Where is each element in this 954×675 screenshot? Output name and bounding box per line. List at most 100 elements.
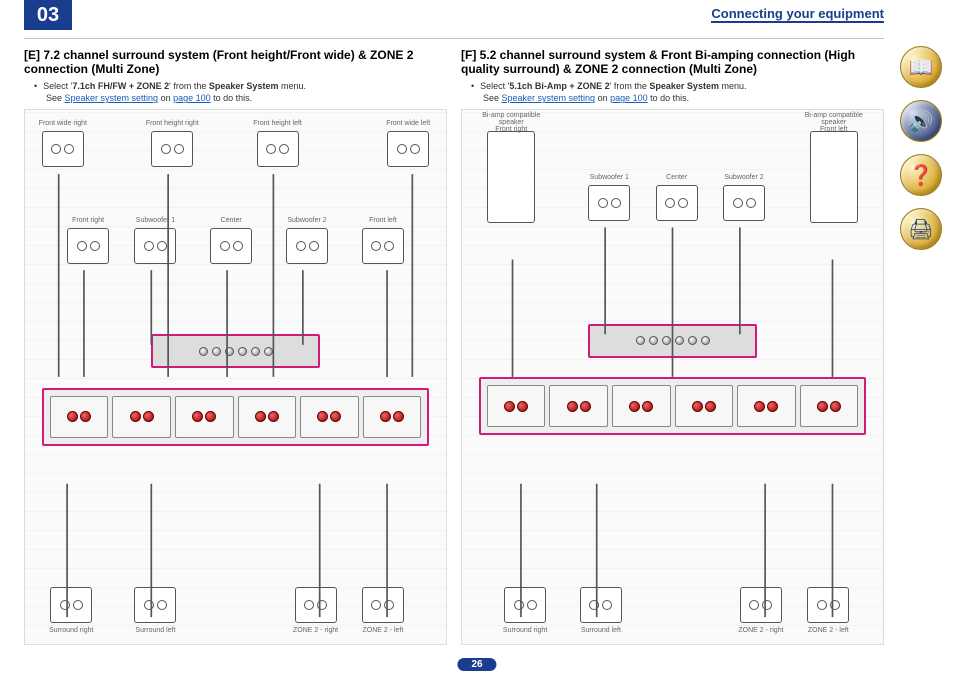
speaker-label: Subwoofer 2 [704,174,784,181]
section-heading-e: [E] 7.2 channel surround system (Front h… [24,48,447,76]
speaker-label: Front wide right [24,120,103,127]
terminal [800,385,859,427]
speaker-box: Surround right [504,587,546,623]
speaker-box: Front wide right [42,131,84,167]
txt: See [46,93,65,103]
wiring-diagram-e: Front wide right Front height right Fron… [24,109,447,645]
sidebar-book-icon[interactable]: 📖 [900,46,942,88]
page: 03 Connecting your equipment [E] 7.2 cha… [0,0,954,675]
speaker-box: Center [656,185,698,221]
speaker-box: Front right [67,228,109,264]
wiring-diagram-f: Bi-amp compatible speaker Front right Bi… [461,109,884,645]
speaker-box: Subwoofer 1 [588,185,630,221]
speaker-label: Surround right [485,627,565,634]
terminal [737,385,796,427]
txt: Select ' [43,81,72,91]
speaker-box: Center [210,228,252,264]
preout-panel [588,324,756,358]
link-speaker-setting[interactable]: Speaker system setting [502,93,596,103]
speaker-label: ZONE 2 - left [343,627,423,634]
txt: on [158,93,173,103]
terminal-row [50,396,421,438]
speaker-label: Center [191,217,271,224]
bullet-dot: • [34,80,37,92]
txt: See [483,93,502,103]
speaker-box: Subwoofer 2 [723,185,765,221]
speaker-label: Surround left [115,627,195,634]
speaker-box: Front height right [151,131,193,167]
speaker-box: Surround left [134,587,176,623]
txt: to do this. [648,93,690,103]
menu-name: Speaker System [209,81,279,91]
preout-panel [151,334,319,368]
left-column: [E] 7.2 channel surround system (Front h… [24,44,447,645]
terminal [363,396,422,438]
speaker-box: Subwoofer 2 [286,228,328,264]
speaker-box: Subwoofer 1 [134,228,176,264]
speaker-box: Front height left [257,131,299,167]
content-area: [E] 7.2 channel surround system (Front h… [24,44,884,645]
terminal [612,385,671,427]
terminal [549,385,608,427]
speaker-terminal-panel [42,388,429,446]
sidebar-print-icon[interactable]: 🖨 [900,208,942,250]
speaker-label: Front height right [132,120,212,127]
txt: on [595,93,610,103]
bullet-e: • Select '7.1ch FH/FW + ZONE 2' from the… [24,80,447,92]
txt: Select ' [480,81,509,91]
link-page-100[interactable]: page 100 [610,93,648,103]
section-heading-f: [F] 5.2 channel surround system & Front … [461,48,884,76]
header-title: Connecting your equipment [711,0,884,23]
see-line-e: See Speaker system setting on page 100 t… [46,93,447,103]
speaker-box: ZONE 2 - right [740,587,782,623]
speaker-terminal-panel [479,377,866,435]
link-page-100[interactable]: page 100 [173,93,211,103]
sidebar-device-icon[interactable]: 🔊 [900,100,942,142]
terminal [238,396,297,438]
speaker-label: Subwoofer 1 [115,217,195,224]
biamp-speaker-right: Bi-amp compatible speaker Front right [487,131,535,223]
txt: menu. [278,81,306,91]
see-line-f: See Speaker system setting on page 100 t… [483,93,884,103]
txt: menu. [719,81,747,91]
terminal [175,396,234,438]
biamp-speaker-left: Bi-amp compatible speaker Front left [810,131,858,223]
speaker-box: ZONE 2 - left [362,587,404,623]
speaker-box: Front left [362,228,404,264]
menu-name: Speaker System [649,81,719,91]
terminal-row [487,385,858,427]
page-header: 03 Connecting your equipment [0,0,954,40]
bullet-text: Select '7.1ch FH/FW + ZONE 2' from the S… [43,80,306,92]
bullet-text: Select '5.1ch Bi-Amp + ZONE 2' from the … [480,80,746,92]
speaker-label: Surround left [561,627,641,634]
txt: to do this. [211,93,253,103]
link-speaker-setting[interactable]: Speaker system setting [65,93,159,103]
bullet-f: • Select '5.1ch Bi-Amp + ZONE 2' from th… [461,80,884,92]
speaker-box: Surround right [50,587,92,623]
speaker-box: ZONE 2 - right [295,587,337,623]
header-divider [24,38,884,39]
speaker-label: Front wide left [368,120,447,127]
speaker-label: Subwoofer 2 [267,217,347,224]
txt: ' from the [610,81,650,91]
speaker-label: Front height left [238,120,318,127]
speaker-label: ZONE 2 - left [788,627,868,634]
terminal [487,385,546,427]
speaker-label: Surround right [31,627,111,634]
nav-sidebar: 📖 🔊 ❓ 🖨 [894,46,948,250]
txt: ' from the [169,81,209,91]
speaker-label: Bi-amp compatible speaker Front left [794,112,874,133]
speaker-box: Front wide left [387,131,429,167]
speaker-box: Surround left [580,587,622,623]
setting-name: 7.1ch FH/FW + ZONE 2 [72,81,169,91]
terminal [50,396,109,438]
bullet-dot: • [471,80,474,92]
chapter-badge: 03 [24,0,72,30]
sidebar-help-icon[interactable]: ❓ [900,154,942,196]
terminal [112,396,171,438]
terminal [300,396,359,438]
right-column: [F] 5.2 channel surround system & Front … [461,44,884,645]
speaker-label: Bi-amp compatible speaker Front right [471,112,551,133]
speaker-label: Front left [343,217,423,224]
setting-name: 5.1ch Bi-Amp + ZONE 2 [509,81,609,91]
